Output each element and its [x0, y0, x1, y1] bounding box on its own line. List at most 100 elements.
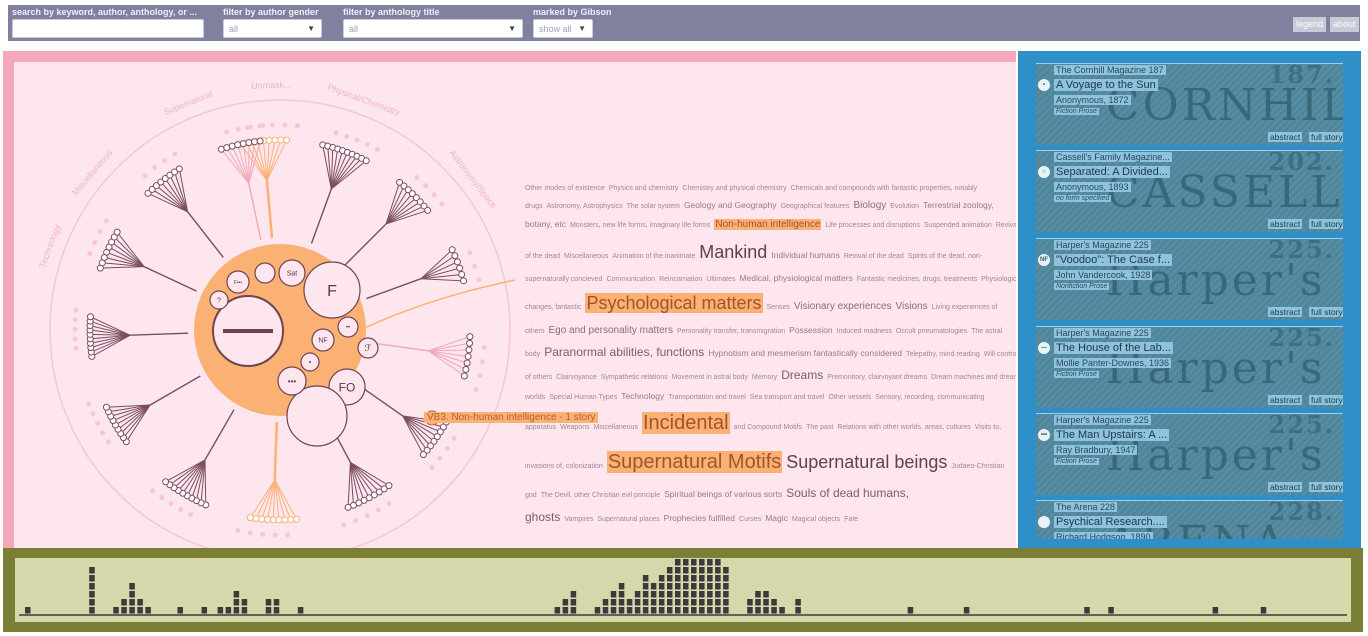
motif-term[interactable]: Technology — [621, 391, 664, 401]
tree-leaf[interactable] — [168, 501, 174, 507]
tree-leaf[interactable] — [465, 346, 473, 354]
timeline-bar-segment[interactable] — [89, 567, 95, 574]
motif-term[interactable]: The Devil, other Christian evil principl… — [541, 492, 660, 499]
motif-term[interactable]: Suspended animation — [924, 222, 992, 229]
timeline-bar-segment[interactable] — [763, 591, 769, 598]
motif-term[interactable]: Revival of the dead — [844, 253, 904, 260]
tree-leaf[interactable] — [246, 514, 254, 522]
tree-leaf[interactable] — [414, 174, 420, 180]
tree-leaf[interactable] — [86, 401, 92, 407]
motif-term[interactable]: Weapons — [560, 424, 589, 431]
timeline-bar-segment[interactable] — [129, 599, 135, 606]
tree-leaf[interactable] — [467, 250, 473, 256]
tree-leaf[interactable] — [162, 158, 168, 164]
motif-term[interactable]: Memory — [752, 374, 777, 381]
motif-term[interactable]: Incidental — [641, 412, 730, 435]
motif-term[interactable]: and Compound Motifs — [734, 424, 802, 431]
story-title[interactable]: The Man Upstairs: A ... — [1054, 429, 1170, 441]
tree-leaf[interactable] — [439, 201, 445, 207]
motif-term[interactable]: Curses — [739, 516, 761, 523]
tree-leaf[interactable] — [364, 513, 370, 519]
timeline-bar-segment[interactable] — [618, 599, 625, 606]
tree-leaf[interactable] — [285, 532, 291, 538]
motif-term[interactable]: Visionary experiences — [794, 301, 892, 312]
gender-select[interactable]: all ▼ — [223, 19, 322, 38]
timeline-bar-segment[interactable] — [771, 607, 777, 614]
motif-term[interactable]: Ego and personality matters — [548, 325, 673, 336]
timeline-bar-segment[interactable] — [723, 575, 729, 582]
timeline-bar-segment[interactable] — [691, 599, 697, 606]
timeline-bar-segment[interactable] — [707, 607, 713, 614]
timeline-bar-segment[interactable] — [715, 559, 721, 566]
motif-term[interactable]: Psychological matters — [585, 293, 763, 314]
tree-leaf[interactable] — [92, 239, 98, 245]
tree-leaf[interactable] — [265, 136, 273, 144]
story-title[interactable]: Separated: A Divided... — [1054, 166, 1170, 178]
story-card[interactable]: 225. Harper's — Harper's Magazine 225 The Ho… — [1036, 326, 1343, 408]
timeline-bar-segment[interactable] — [666, 591, 673, 598]
tree-leaf[interactable] — [477, 373, 483, 379]
tree-leaf[interactable] — [419, 451, 427, 459]
tree-leaf[interactable] — [245, 139, 253, 147]
timeline-bar-segment[interactable] — [666, 607, 673, 614]
timeline-bar-segment[interactable] — [755, 599, 761, 606]
motif-term[interactable]: Sea transport and travel — [750, 394, 825, 401]
tree-leaf[interactable] — [444, 445, 450, 451]
timeline-bar-segment[interactable] — [594, 607, 601, 614]
abstract-button[interactable]: abstract — [1268, 132, 1303, 142]
tree-leaf[interactable] — [333, 130, 339, 136]
timeline-bar-segment[interactable] — [723, 567, 729, 574]
tree-leaf[interactable] — [294, 123, 300, 129]
tree-leaf[interactable] — [162, 478, 170, 486]
motif-term[interactable]: Spiritual beings of various sorts — [664, 489, 782, 499]
timeline-bar-segment[interactable] — [1260, 607, 1267, 614]
timeline-bar-segment[interactable] — [89, 607, 95, 614]
gibson-select[interactable]: show all ▼ — [533, 19, 593, 38]
tree-leaf[interactable] — [424, 206, 432, 214]
motif-term[interactable]: Astronomy, Astrophysics — [547, 203, 623, 210]
motif-term[interactable]: Movement in astral body — [672, 374, 748, 381]
motif-term[interactable]: The solar system — [627, 203, 680, 210]
tree-leaf[interactable] — [281, 516, 289, 524]
tree-leaf[interactable] — [456, 264, 464, 272]
motif-term[interactable]: Supernatural places — [597, 516, 659, 523]
tree-leaf[interactable] — [150, 488, 156, 494]
motif-term[interactable]: Fantastic medicines, drugs, treatments — [857, 276, 977, 283]
timeline-bar-segment[interactable] — [683, 583, 689, 590]
timeline-bar-segment[interactable] — [658, 607, 665, 614]
motif-term[interactable]: Special Human Types — [549, 394, 617, 401]
timeline-bar-segment[interactable] — [137, 607, 143, 614]
timeline-bar-segment[interactable] — [634, 591, 641, 598]
timeline-bar-segment[interactable] — [265, 607, 272, 614]
motif-term[interactable]: Chemistry and physical chemistry — [682, 185, 786, 192]
timeline-bar-segment[interactable] — [658, 583, 665, 590]
timeline-bar-segment[interactable] — [715, 575, 721, 582]
tree-leaf[interactable] — [364, 142, 370, 148]
timeline-bar-segment[interactable] — [233, 591, 240, 598]
timeline-bar-segment[interactable] — [763, 599, 769, 606]
tree-leaf[interactable] — [423, 183, 429, 189]
motif-term[interactable]: Geographical features — [781, 203, 850, 210]
tree-leaf[interactable] — [152, 165, 158, 171]
timeline-bar-segment[interactable] — [1084, 607, 1090, 614]
timeline-bar-segment[interactable] — [666, 583, 673, 590]
timeline-bar-segment[interactable] — [691, 583, 697, 590]
tree-leaf[interactable] — [100, 430, 106, 436]
tree-leaf[interactable] — [429, 465, 435, 471]
timeline-bar-segment[interactable] — [658, 599, 665, 606]
abstract-button[interactable]: abstract — [1268, 482, 1303, 492]
timeline-bar-segment[interactable] — [699, 575, 705, 582]
tree-leaf[interactable] — [86, 313, 94, 321]
timeline-bar-segment[interactable] — [779, 607, 785, 614]
tree-leaf[interactable] — [247, 530, 253, 536]
tree-leaf[interactable] — [275, 516, 283, 524]
timeline-bar-segment[interactable] — [683, 559, 689, 566]
motif-term[interactable]: Reincarnation — [659, 276, 702, 283]
timeline-bar-segment[interactable] — [89, 591, 95, 598]
tree-leaf[interactable] — [113, 228, 121, 236]
about-button[interactable]: about — [1330, 17, 1359, 32]
tree-leaf[interactable] — [472, 263, 478, 269]
timeline-bar-segment[interactable] — [233, 607, 240, 614]
timeline-bar-segment[interactable] — [691, 591, 697, 598]
timeline-bar-segment[interactable] — [707, 583, 713, 590]
